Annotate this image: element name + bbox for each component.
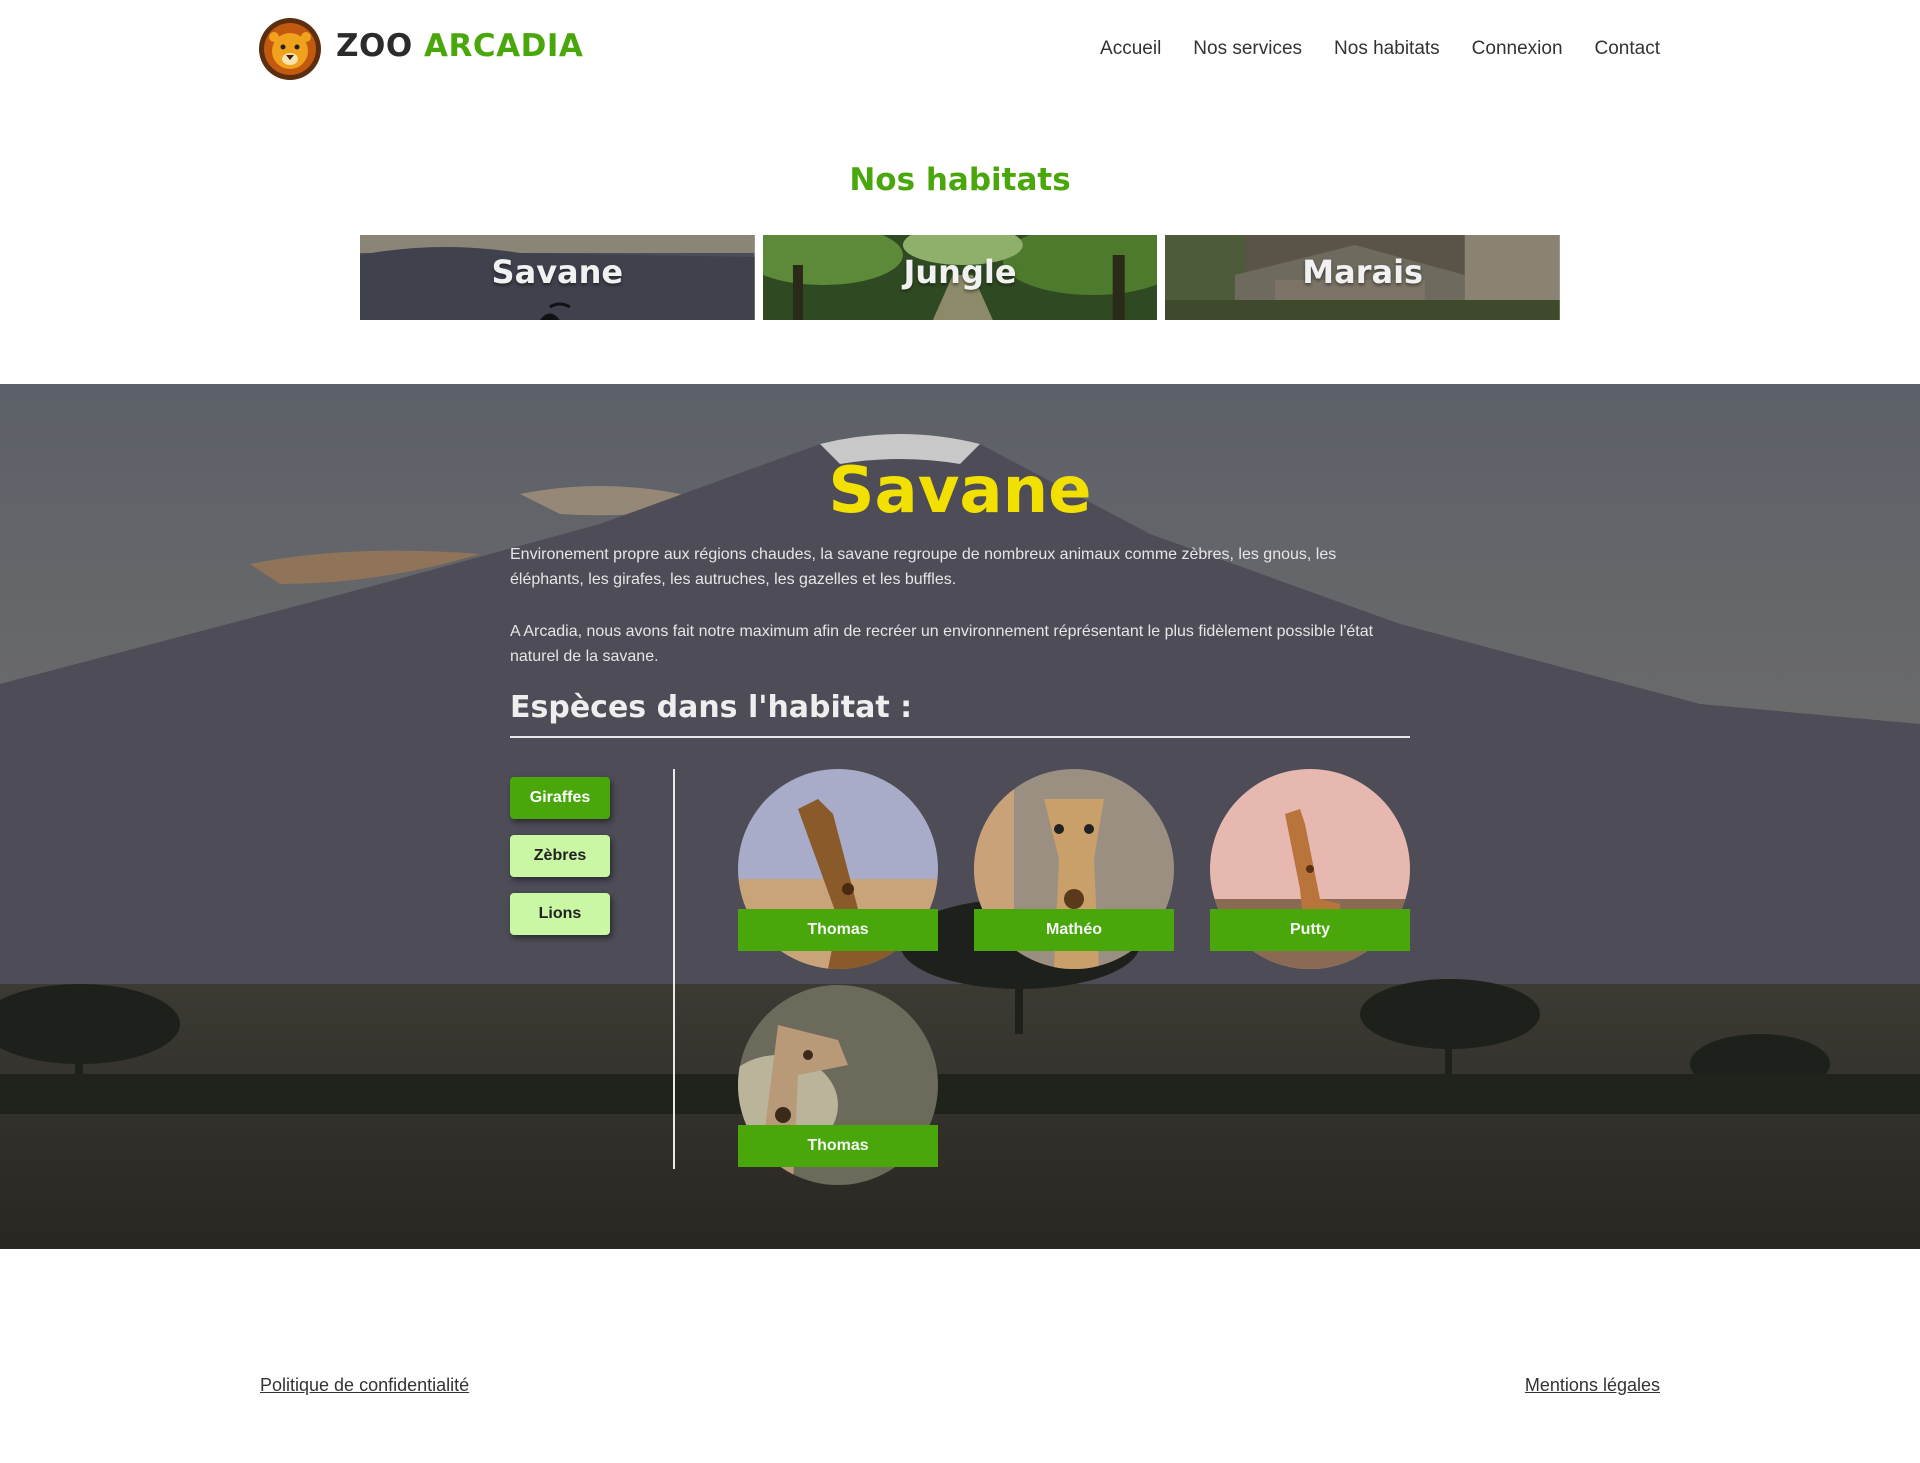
- site-header: ZOO ARCADIA Accueil Nos services Nos hab…: [0, 0, 1920, 100]
- animal-name: Thomas: [738, 909, 938, 951]
- nav-connexion[interactable]: Connexion: [1472, 38, 1563, 60]
- species-divider: [510, 736, 1410, 738]
- animal-card[interactable]: Thomas: [738, 985, 938, 1185]
- brand-name[interactable]: ZOO ARCADIA: [336, 28, 583, 64]
- main-nav: Accueil Nos services Nos habitats Connex…: [1100, 38, 1660, 60]
- nav-nos-services[interactable]: Nos services: [1193, 38, 1302, 60]
- species-button-lions[interactable]: Lions: [510, 893, 610, 935]
- species-button-giraffes[interactable]: Giraffes: [510, 777, 610, 819]
- legal-notice-link[interactable]: Mentions légales: [1525, 1375, 1660, 1396]
- habitat-description-2: A Arcadia, nous avons fait notre maximum…: [510, 623, 1374, 665]
- species-vertical-divider: [673, 769, 675, 1169]
- habitat-description-1: Environement propre aux régions chaudes,…: [510, 546, 1337, 588]
- habitat-detail-section: Savane Environement propre aux régions c…: [0, 384, 1920, 1249]
- species-button-zebres[interactable]: Zèbres: [510, 835, 610, 877]
- animal-name: Mathéo: [974, 909, 1174, 951]
- animal-card[interactable]: Putty: [1210, 769, 1410, 969]
- brand-arcadia: ARCADIA: [423, 28, 584, 64]
- habitat-card-jungle[interactable]: Jungle: [762, 235, 1158, 320]
- lion-logo-icon[interactable]: [258, 17, 322, 81]
- habitat-title: Savane: [828, 454, 1092, 528]
- habitats-title: Nos habitats: [849, 162, 1071, 198]
- habitat-cards: Savane Jungle Marais: [360, 235, 1561, 320]
- animal-name: Putty: [1210, 909, 1410, 951]
- habitat-card-label: Marais: [1302, 253, 1424, 291]
- habitat-card-savane[interactable]: Savane: [360, 235, 755, 320]
- animal-card[interactable]: Thomas: [738, 769, 938, 969]
- nav-nos-habitats[interactable]: Nos habitats: [1334, 38, 1440, 60]
- brand-zoo: ZOO: [336, 28, 413, 64]
- animal-name: Thomas: [738, 1125, 938, 1167]
- nav-accueil[interactable]: Accueil: [1100, 38, 1161, 60]
- species-title: Espèces dans l'habitat :: [510, 690, 913, 725]
- animal-card[interactable]: Mathéo: [974, 769, 1174, 969]
- nav-contact[interactable]: Contact: [1595, 38, 1660, 60]
- habitat-card-label: Savane: [491, 253, 624, 291]
- privacy-policy-link[interactable]: Politique de confidentialité: [260, 1375, 469, 1396]
- habitat-card-marais[interactable]: Marais: [1165, 235, 1561, 320]
- habitat-card-label: Jungle: [903, 253, 1017, 291]
